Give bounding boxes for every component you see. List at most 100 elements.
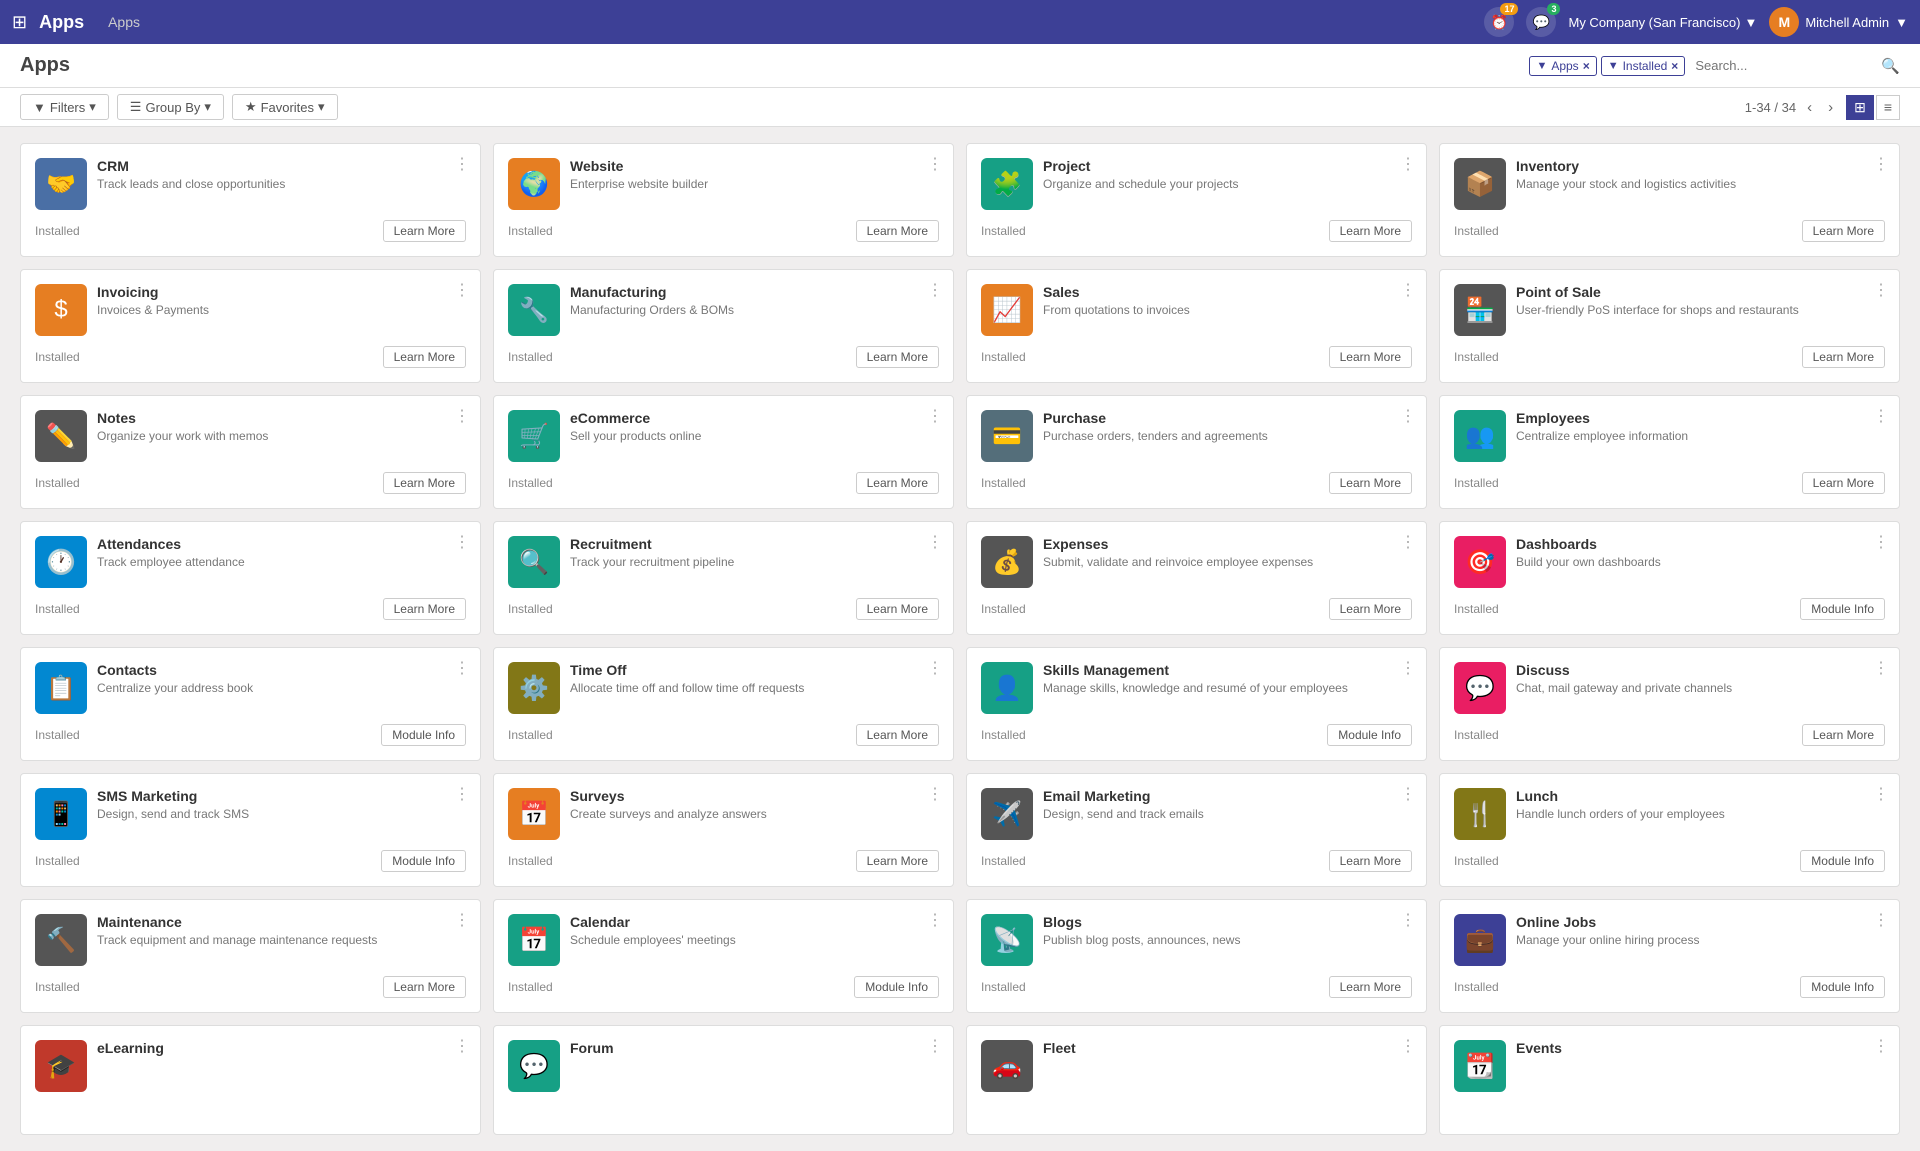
app-desc-timeoff: Allocate time off and follow time off re… <box>570 681 939 697</box>
app-more-menu-events[interactable]: ⋮ <box>1873 1036 1889 1056</box>
app-btn-ecommerce[interactable]: Learn More <box>856 472 939 494</box>
user-menu[interactable]: M Mitchell Admin ▼ <box>1769 7 1908 37</box>
app-more-menu-smsmarketing[interactable]: ⋮ <box>454 784 470 804</box>
app-desc-website: Enterprise website builder <box>570 177 939 193</box>
app-btn-onlinejobs[interactable]: Module Info <box>1800 976 1885 998</box>
app-btn-lunch[interactable]: Module Info <box>1800 850 1885 872</box>
app-more-menu-expenses[interactable]: ⋮ <box>1400 532 1416 552</box>
messages-icon[interactable]: 💬3 <box>1526 7 1556 37</box>
app-card-header: 💰 Expenses Submit, validate and reinvoic… <box>981 536 1412 588</box>
list-view-button[interactable]: ≡ <box>1876 95 1900 120</box>
app-desc-invoicing: Invoices & Payments <box>97 303 466 319</box>
favorites-button[interactable]: ★ Favorites ▾ <box>232 94 338 120</box>
app-icon-purchase: 💳 <box>981 410 1033 462</box>
app-more-menu-notes[interactable]: ⋮ <box>454 406 470 426</box>
app-card-header: 🔍 Recruitment Track your recruitment pip… <box>508 536 939 588</box>
app-btn-purchase[interactable]: Learn More <box>1329 472 1412 494</box>
app-more-menu-website[interactable]: ⋮ <box>927 154 943 174</box>
app-card-contacts: ⋮ 📋 Contacts Centralize your address boo… <box>20 647 481 761</box>
app-more-menu-crm[interactable]: ⋮ <box>454 154 470 174</box>
app-card-header: 🌍 Website Enterprise website builder <box>508 158 939 210</box>
app-info: Online Jobs Manage your online hiring pr… <box>1516 914 1885 949</box>
app-more-menu-blogs[interactable]: ⋮ <box>1400 910 1416 930</box>
groupby-button[interactable]: ☰ Group By ▾ <box>117 94 224 120</box>
app-btn-surveys[interactable]: Learn More <box>856 850 939 872</box>
app-more-menu-onlinejobs[interactable]: ⋮ <box>1873 910 1889 930</box>
prev-page-button[interactable]: ‹ <box>1802 97 1817 118</box>
filter-tag-apps[interactable]: ▼ Apps × <box>1529 56 1596 76</box>
grid-view-button[interactable]: ⊞ <box>1846 95 1874 120</box>
app-btn-invoicing[interactable]: Learn More <box>383 346 466 368</box>
app-more-menu-skills[interactable]: ⋮ <box>1400 658 1416 678</box>
app-btn-smsmarketing[interactable]: Module Info <box>381 850 466 872</box>
app-more-menu-employees[interactable]: ⋮ <box>1873 406 1889 426</box>
app-btn-inventory[interactable]: Learn More <box>1802 220 1885 242</box>
app-info: Dashboards Build your own dashboards <box>1516 536 1885 571</box>
app-btn-calendar[interactable]: Module Info <box>854 976 939 998</box>
filter-icon: ▼ <box>33 100 46 115</box>
app-more-menu-attendances[interactable]: ⋮ <box>454 532 470 552</box>
app-more-menu-fleet[interactable]: ⋮ <box>1400 1036 1416 1056</box>
app-desc-lunch: Handle lunch orders of your employees <box>1516 807 1885 823</box>
app-more-menu-surveys[interactable]: ⋮ <box>927 784 943 804</box>
app-card-footer: Installed Module Info <box>1454 850 1885 872</box>
app-more-menu-project[interactable]: ⋮ <box>1400 154 1416 174</box>
home-icon[interactable]: ⊞ <box>12 12 27 33</box>
app-btn-discuss[interactable]: Learn More <box>1802 724 1885 746</box>
app-btn-contacts[interactable]: Module Info <box>381 724 466 746</box>
app-more-menu-sales[interactable]: ⋮ <box>1400 280 1416 300</box>
app-btn-project[interactable]: Learn More <box>1329 220 1412 242</box>
filter-apps-remove[interactable]: × <box>1583 59 1590 73</box>
app-btn-timeoff[interactable]: Learn More <box>856 724 939 746</box>
filters-button[interactable]: ▼ Filters ▾ <box>20 94 109 120</box>
company-selector[interactable]: My Company (San Francisco) ▼ <box>1568 15 1757 30</box>
app-more-menu-discuss[interactable]: ⋮ <box>1873 658 1889 678</box>
search-button[interactable]: 🔍 <box>1881 57 1900 75</box>
app-btn-skills[interactable]: Module Info <box>1327 724 1412 746</box>
app-btn-recruitment[interactable]: Learn More <box>856 598 939 620</box>
app-more-menu-forum[interactable]: ⋮ <box>927 1036 943 1056</box>
app-btn-employees[interactable]: Learn More <box>1802 472 1885 494</box>
app-more-menu-pos[interactable]: ⋮ <box>1873 280 1889 300</box>
app-btn-blogs[interactable]: Learn More <box>1329 976 1412 998</box>
app-desc-manufacturing: Manufacturing Orders & BOMs <box>570 303 939 319</box>
app-icon-surveys: 📅 <box>508 788 560 840</box>
app-btn-dashboards[interactable]: Module Info <box>1800 598 1885 620</box>
app-more-menu-maintenance[interactable]: ⋮ <box>454 910 470 930</box>
filter-installed-remove[interactable]: × <box>1671 59 1678 73</box>
app-btn-expenses[interactable]: Learn More <box>1329 598 1412 620</box>
app-btn-attendances[interactable]: Learn More <box>383 598 466 620</box>
app-btn-emailmarketing[interactable]: Learn More <box>1329 850 1412 872</box>
app-btn-maintenance[interactable]: Learn More <box>383 976 466 998</box>
filter-tag-installed[interactable]: ▼ Installed × <box>1601 56 1686 76</box>
app-more-menu-timeoff[interactable]: ⋮ <box>927 658 943 678</box>
app-more-menu-contacts[interactable]: ⋮ <box>454 658 470 678</box>
app-btn-website[interactable]: Learn More <box>856 220 939 242</box>
app-more-menu-inventory[interactable]: ⋮ <box>1873 154 1889 174</box>
app-more-menu-invoicing[interactable]: ⋮ <box>454 280 470 300</box>
next-page-button[interactable]: › <box>1823 97 1838 118</box>
app-card-header: 🍴 Lunch Handle lunch orders of your empl… <box>1454 788 1885 840</box>
notifications-icon[interactable]: ⏰17 <box>1484 7 1514 37</box>
app-more-menu-calendar[interactable]: ⋮ <box>927 910 943 930</box>
app-more-menu-emailmarketing[interactable]: ⋮ <box>1400 784 1416 804</box>
app-more-menu-purchase[interactable]: ⋮ <box>1400 406 1416 426</box>
app-btn-pos[interactable]: Learn More <box>1802 346 1885 368</box>
app-more-menu-dashboards[interactable]: ⋮ <box>1873 532 1889 552</box>
app-name-lunch: Lunch <box>1516 788 1885 804</box>
app-more-menu-elearning[interactable]: ⋮ <box>454 1036 470 1056</box>
app-more-menu-ecommerce[interactable]: ⋮ <box>927 406 943 426</box>
app-btn-crm[interactable]: Learn More <box>383 220 466 242</box>
app-more-menu-recruitment[interactable]: ⋮ <box>927 532 943 552</box>
app-more-menu-manufacturing[interactable]: ⋮ <box>927 280 943 300</box>
app-more-menu-lunch[interactable]: ⋮ <box>1873 784 1889 804</box>
toolbar: ▼ Filters ▾ ☰ Group By ▾ ★ Favorites ▾ 1… <box>0 88 1920 127</box>
app-btn-sales[interactable]: Learn More <box>1329 346 1412 368</box>
app-desc-calendar: Schedule employees' meetings <box>570 933 939 949</box>
app-card-header: 🕐 Attendances Track employee attendance <box>35 536 466 588</box>
app-card-header: 🧩 Project Organize and schedule your pro… <box>981 158 1412 210</box>
app-btn-manufacturing[interactable]: Learn More <box>856 346 939 368</box>
app-btn-notes[interactable]: Learn More <box>383 472 466 494</box>
search-input[interactable] <box>1691 56 1875 75</box>
app-icon-expenses: 💰 <box>981 536 1033 588</box>
